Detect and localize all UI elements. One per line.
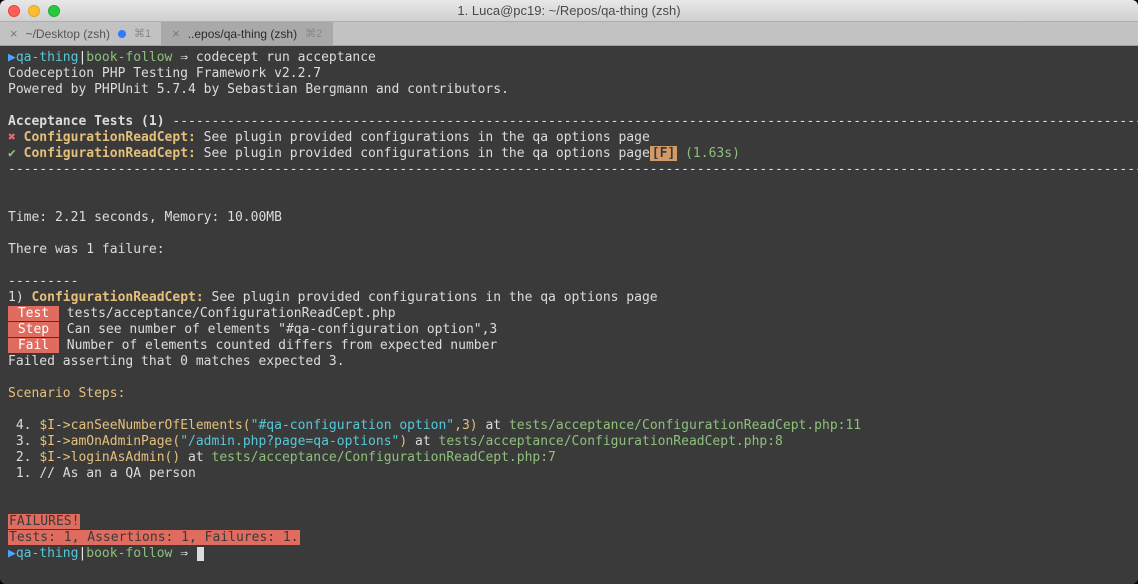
- prompt-command: codecept run acceptance: [188, 50, 376, 65]
- fail-text: Number of elements counted differs from …: [59, 338, 497, 353]
- tab-bar: × ~/Desktop (zsh) ⌘1 × ..epos/qa-thing (…: [0, 22, 1138, 46]
- framework-line: Codeception PHP Testing Framework v2.2.7: [8, 66, 321, 81]
- step-location: tests/acceptance/ConfigurationReadCept.p…: [212, 450, 556, 465]
- step-code: ,3): [454, 418, 477, 433]
- section-title: Acceptance Tests (1): [8, 114, 172, 129]
- close-tab-icon[interactable]: ×: [10, 27, 18, 40]
- step-code: $I->canSeeNumberOfElements(: [39, 418, 250, 433]
- failure-name: ConfigurationReadCept:: [31, 290, 203, 305]
- step-code: $I->amOnAdminPage(: [39, 434, 180, 449]
- step-code: ): [399, 434, 407, 449]
- test-time: (1.63s): [677, 146, 740, 161]
- step-code: $I->loginAsAdmin(): [39, 450, 180, 465]
- step-location: tests/acceptance/ConfigurationReadCept.p…: [439, 434, 783, 449]
- test-name: ConfigurationReadCept:: [24, 130, 196, 145]
- step-literal: "/admin.php?page=qa-options": [180, 434, 399, 449]
- step-literal: "#qa-configuration option": [251, 418, 455, 433]
- failure-num: 1): [8, 290, 31, 305]
- section-rule: ----------------------------------------…: [172, 114, 1138, 129]
- tab-shortcut: ⌘1: [134, 27, 151, 40]
- close-window-button[interactable]: [8, 5, 20, 17]
- test-badge: [F]: [650, 146, 677, 161]
- traffic-lights: [8, 5, 60, 17]
- prompt-arrow-icon: ⇒: [180, 50, 188, 65]
- step-num: 2.: [8, 450, 39, 465]
- close-tab-icon[interactable]: ×: [172, 27, 180, 40]
- test-pass-mark-icon: ✔: [8, 146, 16, 161]
- terminal-window: 1. Luca@pc19: ~/Repos/qa-thing (zsh) × ~…: [0, 0, 1138, 584]
- titlebar[interactable]: 1. Luca@pc19: ~/Repos/qa-thing (zsh): [0, 0, 1138, 22]
- zoom-window-button[interactable]: [48, 5, 60, 17]
- phpunit-line: Powered by PHPUnit 5.7.4 by Sebastian Be…: [8, 82, 509, 97]
- failure-count-line: There was 1 failure:: [8, 242, 165, 257]
- prompt-branch: book-follow: [86, 546, 172, 561]
- activity-dot-icon: [118, 30, 126, 38]
- step-text: Can see number of elements "#qa-configur…: [59, 322, 497, 337]
- step-location: tests/acceptance/ConfigurationReadCept.p…: [509, 418, 861, 433]
- step-num: 3.: [8, 434, 39, 449]
- step-label: Step: [8, 322, 59, 337]
- minimize-window-button[interactable]: [28, 5, 40, 17]
- dashes: ---------: [8, 274, 78, 289]
- test-path: tests/acceptance/ConfigurationReadCept.p…: [59, 306, 396, 321]
- step-at: at: [478, 418, 509, 433]
- terminal-body[interactable]: ▶qa-thing|book-follow ⇒ codecept run acc…: [0, 46, 1138, 584]
- tab-shortcut: ⌘2: [305, 27, 322, 40]
- tab-label: ~/Desktop (zsh): [26, 27, 110, 41]
- cursor: [197, 547, 204, 561]
- test-desc: See plugin provided configurations in th…: [196, 130, 650, 145]
- tab-label: ..epos/qa-thing (zsh): [188, 27, 297, 41]
- test-label: Test: [8, 306, 59, 321]
- test-fail-mark-icon: ✖: [8, 130, 16, 145]
- prompt-arrow-icon: ⇒: [180, 546, 188, 561]
- prompt-branch: book-follow: [86, 50, 172, 65]
- fail-label: Fail: [8, 338, 59, 353]
- tab-desktop[interactable]: × ~/Desktop (zsh) ⌘1: [0, 22, 162, 45]
- prompt-repo: qa-thing: [16, 546, 79, 561]
- test-desc: See plugin provided configurations in th…: [196, 146, 650, 161]
- step-at: at: [180, 450, 211, 465]
- prompt-repo: qa-thing: [16, 50, 79, 65]
- summary-counts: Tests: 1, Assertions: 1, Failures: 1.: [8, 530, 300, 545]
- scenario-title: Scenario Steps:: [8, 386, 125, 401]
- divider: ----------------------------------------…: [8, 162, 1138, 177]
- window-title: 1. Luca@pc19: ~/Repos/qa-thing (zsh): [0, 3, 1138, 18]
- step-comment: // As an a QA person: [39, 466, 196, 481]
- timing-line: Time: 2.21 seconds, Memory: 10.00MB: [8, 210, 282, 225]
- tab-qa-thing[interactable]: × ..epos/qa-thing (zsh) ⌘2: [162, 22, 333, 45]
- failure-desc: See plugin provided configurations in th…: [204, 290, 658, 305]
- prompt-caret-icon: ▶: [8, 50, 16, 65]
- test-name: ConfigurationReadCept:: [24, 146, 196, 161]
- prompt-caret-icon: ▶: [8, 546, 16, 561]
- assert-text: Failed asserting that 0 matches expected…: [8, 354, 345, 369]
- step-at: at: [407, 434, 438, 449]
- failures-banner: FAILURES!: [8, 514, 80, 529]
- step-num: 1.: [8, 466, 39, 481]
- step-num: 4.: [8, 418, 39, 433]
